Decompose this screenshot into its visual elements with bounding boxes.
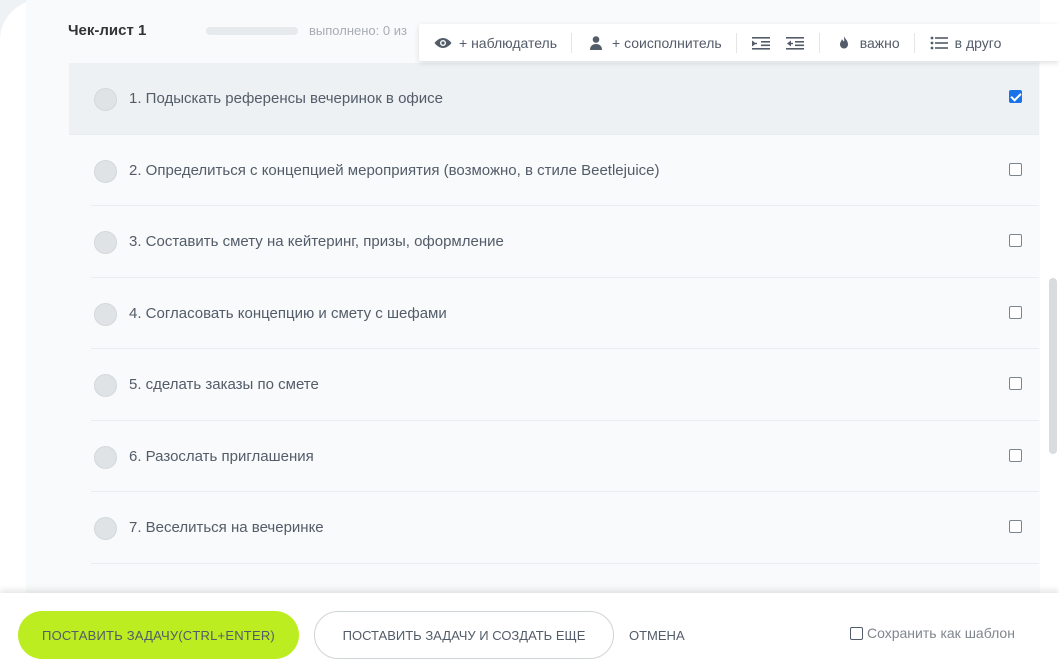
important-button[interactable]: важно: [834, 35, 914, 51]
complete-item-toggle[interactable]: [94, 374, 117, 397]
select-item-checkbox[interactable]: [1009, 162, 1022, 176]
checklist-progress-text: выполнено: 0 из: [309, 23, 407, 38]
checklist-item[interactable]: 1. Подыскать референсы вечеринок в офисе: [69, 63, 1039, 135]
checklist-items: 1. Подыскать референсы вечеринок в офисе…: [69, 63, 1039, 564]
add-coexecutor-button[interactable]: + соисполнитель: [586, 35, 736, 51]
checklist-item-text[interactable]: 2. Определиться с концепцией мероприятия…: [129, 162, 660, 179]
complete-item-toggle[interactable]: [94, 445, 117, 469]
create-task-and-another-button[interactable]: ПОСТАВИТЬ ЗАДАЧУ И СОЗДАТЬ ЕЩЕ: [314, 611, 614, 659]
checklist-item[interactable]: 2. Определиться с концепцией мероприятия…: [91, 135, 1039, 206]
form-panel: Чек-лист 1 выполнено: 0 из 1. Подыскать …: [0, 0, 1059, 662]
select-item-checkbox[interactable]: [1009, 234, 1022, 247]
checklist-card: Чек-лист 1 выполнено: 0 из 1. Подыскать …: [26, 0, 1040, 600]
checklist-title[interactable]: Чек-лист 1: [68, 22, 146, 39]
scrollbar[interactable]: [1045, 0, 1059, 600]
checklist-progress-bar: [206, 27, 298, 35]
add-observer-button[interactable]: + наблюдатель: [433, 35, 571, 51]
outdent-icon: [785, 35, 805, 51]
checklist-item-text[interactable]: 4. Согласовать концепцию и смету с шефам…: [129, 305, 447, 322]
checklist-item-text[interactable]: 3. Составить смету на кейтеринг, призы, …: [129, 233, 504, 250]
add-coexecutor-label: + соисполнитель: [612, 34, 722, 51]
indent-icon: [751, 35, 771, 51]
form-footer: ПОСТАВИТЬ ЗАДАЧУ(CTRL+ENTER) ПОСТАВИТЬ З…: [0, 593, 1059, 662]
complete-item-toggle[interactable]: [94, 302, 117, 326]
select-item-checkbox[interactable]: [1009, 448, 1022, 462]
select-item-checkbox[interactable]: [1009, 520, 1022, 533]
save-as-template-checkbox[interactable]: Сохранить как шаблон: [850, 625, 1015, 641]
create-task-button[interactable]: ПОСТАВИТЬ ЗАДАЧУ(CTRL+ENTER): [18, 611, 299, 659]
outdent-button[interactable]: [785, 35, 819, 51]
add-observer-label: + наблюдатель: [459, 34, 558, 51]
checklist-item-text[interactable]: 7. Веселиться на вечеринке: [129, 519, 324, 536]
checklist-item[interactable]: 4. Согласовать концепцию и смету с шефам…: [91, 278, 1039, 349]
toolbar-separator: [818, 32, 820, 53]
select-item-checkbox[interactable]: [1009, 305, 1022, 319]
complete-item-toggle[interactable]: [94, 231, 117, 254]
select-item-checkbox[interactable]: [1009, 377, 1022, 390]
cancel-button[interactable]: ОТМЕНА: [629, 628, 685, 643]
complete-item-toggle[interactable]: [94, 517, 117, 540]
checklist-item-text[interactable]: 5. сделать заказы по смете: [129, 376, 319, 393]
checklist-item[interactable]: 6. Разослать приглашения: [91, 421, 1039, 492]
toolbar-separator: [913, 32, 915, 53]
checklist-item-text[interactable]: 6. Разослать приглашения: [129, 448, 314, 465]
save-as-template-box[interactable]: [850, 626, 863, 640]
important-label: важно: [859, 34, 900, 51]
eye-icon: [433, 35, 453, 51]
scrollbar-thumb[interactable]: [1049, 278, 1057, 454]
select-item-checkbox[interactable]: [1009, 90, 1022, 103]
indent-button[interactable]: [751, 35, 785, 51]
complete-item-toggle[interactable]: [94, 88, 117, 111]
checklist-item[interactable]: 3. Составить смету на кейтеринг, призы, …: [91, 206, 1039, 278]
person-icon: [586, 35, 606, 51]
checklist-item-text[interactable]: 1. Подыскать референсы вечеринок в офисе: [129, 90, 443, 107]
checklist-item-toolbar: + наблюдатель + соисполнитель важно в др…: [419, 24, 1059, 61]
toolbar-separator: [571, 32, 573, 53]
list-icon: [929, 35, 949, 51]
fire-icon: [834, 35, 854, 51]
complete-item-toggle[interactable]: [94, 159, 117, 183]
move-to-other-label: в друго: [954, 34, 1002, 51]
move-to-other-button[interactable]: в друго: [929, 35, 1016, 51]
checklist-item[interactable]: 7. Веселиться на вечеринке: [91, 492, 1039, 564]
save-as-template-label: Сохранить как шаблон: [867, 625, 1015, 641]
toolbar-separator: [735, 32, 737, 53]
checklist-item[interactable]: 5. сделать заказы по смете: [91, 349, 1039, 421]
